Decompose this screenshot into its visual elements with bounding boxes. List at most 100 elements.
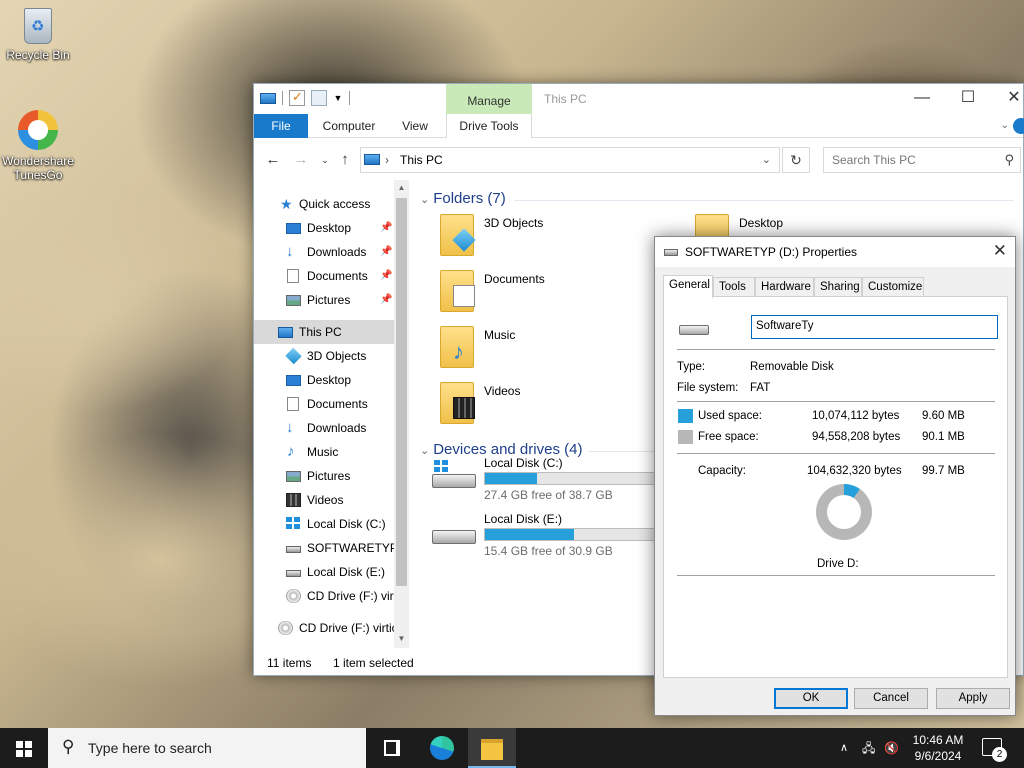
windows-logo-icon	[434, 460, 450, 474]
scroll-up-icon[interactable]: ▲	[394, 183, 409, 192]
new-folder-icon[interactable]	[311, 90, 327, 106]
sidebar-item-label: Videos	[307, 493, 344, 507]
apply-button[interactable]: Apply	[936, 688, 1010, 709]
title-bar[interactable]: ▼ Manage This PC — ☐ ✕	[254, 84, 1023, 114]
tab-view[interactable]: View	[390, 114, 440, 138]
desktop-icon-wondershare[interactable]: Wondershare TunesGo	[0, 110, 76, 182]
tab-hardware[interactable]: Hardware	[755, 277, 814, 297]
scrollbar-thumb[interactable]	[396, 198, 407, 586]
recycle-bin-icon	[24, 8, 52, 44]
sidebar-item-label: Desktop	[307, 221, 352, 235]
folder-music[interactable]: ♪ Music	[434, 324, 674, 374]
sidebar-item-cd-drive-f-root[interactable]: CD Drive (F:) virtic	[254, 616, 394, 640]
drive-local-disk-e[interactable]: Local Disk (E:) 15.4 GB free of 30.9 GB	[414, 510, 664, 562]
breadcrumb-chevron-icon[interactable]: ›	[385, 153, 389, 167]
desktop-icon-label: Recycle Bin	[6, 48, 70, 62]
tab-manage[interactable]: Manage	[446, 84, 532, 114]
back-button[interactable]: ←	[264, 151, 282, 169]
capacity-size: 99.7 MB	[922, 465, 965, 477]
this-pc-icon[interactable]	[260, 93, 276, 104]
file-system-label: File system:	[677, 382, 739, 394]
drive-name: Local Disk (E:)	[484, 512, 563, 526]
chevron-down-icon[interactable]: ⌄	[762, 153, 771, 166]
windows-logo-icon	[25, 741, 32, 748]
drive-name: Local Disk (C:)	[484, 456, 563, 470]
sidebar-item-desktop[interactable]: Desktop	[254, 368, 394, 392]
folder-documents[interactable]: Documents	[434, 268, 674, 318]
sidebar-item-documents[interactable]: Documents	[254, 392, 394, 416]
forward-button[interactable]: →	[292, 151, 310, 169]
search-input[interactable]: Search This PC ⚲	[823, 147, 1021, 173]
system-clock[interactable]: 10:46 AM 9/6/2024	[906, 732, 970, 764]
sidebar-item-local-disk-e[interactable]: Local Disk (E:)	[254, 560, 394, 584]
sidebar-item-documents[interactable]: Documents 📌	[254, 264, 394, 288]
tab-customize[interactable]: Customize	[862, 277, 924, 297]
sidebar-item-pictures[interactable]: Pictures 📌	[254, 288, 394, 312]
pictures-icon	[286, 471, 301, 482]
task-view-button[interactable]	[368, 728, 416, 768]
close-button[interactable]: ✕	[991, 84, 1024, 114]
scroll-down-icon[interactable]: ▼	[394, 634, 409, 643]
volume-muted-icon[interactable]: 🔇	[884, 728, 899, 768]
folders-group-header[interactable]: ⌄ Folders (7)	[420, 190, 506, 207]
nav-scrollbar[interactable]: ▲ ▼	[394, 180, 409, 648]
ok-button[interactable]: OK	[774, 688, 848, 709]
dialog-title-bar[interactable]: SOFTWARETYP (D:) Properties ✕	[655, 237, 1015, 267]
tab-tools[interactable]: Tools	[713, 277, 755, 297]
desktop-icon-label: Wondershare TunesGo	[2, 154, 74, 182]
breadcrumb[interactable]: This PC	[400, 153, 443, 167]
show-hidden-icons-icon[interactable]: ∧	[840, 728, 848, 768]
sidebar-item-videos[interactable]: Videos	[254, 488, 394, 512]
folder-3d-objects[interactable]: 3D Objects	[434, 212, 674, 262]
start-button[interactable]	[0, 728, 48, 768]
sidebar-item-label: Pictures	[307, 469, 351, 483]
tab-general[interactable]: General	[663, 275, 713, 298]
sidebar-item-3d-objects[interactable]: 3D Objects	[254, 344, 394, 368]
drive-label-input[interactable]: SoftwareTy	[751, 315, 998, 339]
sidebar-item-this-pc[interactable]: This PC	[254, 320, 394, 344]
folder-name: Music	[484, 328, 516, 342]
file-explorer-icon[interactable]	[468, 728, 516, 768]
help-icon[interactable]	[1013, 118, 1024, 134]
cancel-button[interactable]: Cancel	[854, 688, 928, 709]
divider	[677, 401, 995, 402]
used-space-bytes: 10,074,112 bytes	[812, 410, 900, 422]
sidebar-item-local-disk-c[interactable]: Local Disk (C:)	[254, 512, 394, 536]
drive-local-disk-c[interactable]: Local Disk (C:) 27.4 GB free of 38.7 GB	[414, 454, 664, 506]
sidebar-item-pictures[interactable]: Pictures	[254, 464, 394, 488]
taskbar-search-input[interactable]: ⚲ Type here to search	[48, 728, 366, 768]
sidebar-item-quick-access[interactable]: ★ Quick access	[254, 192, 394, 216]
sidebar-item-desktop[interactable]: Desktop 📌	[254, 216, 394, 240]
chevron-down-icon[interactable]: ▼	[333, 90, 343, 106]
up-button[interactable]: ↑	[336, 151, 354, 169]
tab-computer[interactable]: Computer	[314, 114, 384, 138]
desktop-icon-recycle-bin[interactable]: Recycle Bin	[0, 8, 76, 62]
maximize-button[interactable]: ☐	[945, 84, 991, 114]
cd-drive-icon	[278, 621, 293, 635]
sidebar-item-downloads[interactable]: ↓ Downloads	[254, 416, 394, 440]
network-icon[interactable]: 🖧	[862, 728, 875, 768]
dialog-title: SOFTWARETYP (D:) Properties	[685, 245, 858, 259]
sidebar-item-music[interactable]: ♪ Music	[254, 440, 394, 464]
folder-videos[interactable]: Videos	[434, 380, 674, 430]
address-bar[interactable]: › This PC ⌄	[360, 147, 780, 173]
free-space-label: Free space:	[698, 431, 759, 443]
drive-usage-fill	[485, 529, 574, 540]
tab-sharing[interactable]: Sharing	[814, 277, 862, 297]
recent-locations-button[interactable]: ⌄	[316, 151, 334, 169]
tab-drive-tools[interactable]: Drive Tools	[446, 114, 532, 138]
close-icon[interactable]: ✕	[993, 241, 1007, 261]
tab-file[interactable]: File	[254, 114, 308, 138]
minimize-button[interactable]: —	[899, 84, 945, 114]
refresh-button[interactable]: ↻	[782, 147, 810, 173]
sidebar-item-softwaretyp[interactable]: SOFTWARETYP (	[254, 536, 394, 560]
properties-icon[interactable]	[289, 89, 305, 106]
sidebar-item-cd-drive-f[interactable]: CD Drive (F:) virt	[254, 584, 394, 608]
divider	[677, 575, 995, 576]
sidebar-item-downloads[interactable]: ↓ Downloads 📌	[254, 240, 394, 264]
pictures-icon	[286, 295, 301, 306]
edge-browser-icon[interactable]	[418, 728, 466, 768]
folder-icon: ♪	[440, 326, 474, 368]
navigation-pane: ★ Quick access Desktop 📌 ↓ Downloads 📌 D…	[254, 180, 409, 648]
expand-ribbon-icon[interactable]: ⌄	[1001, 120, 1009, 131]
